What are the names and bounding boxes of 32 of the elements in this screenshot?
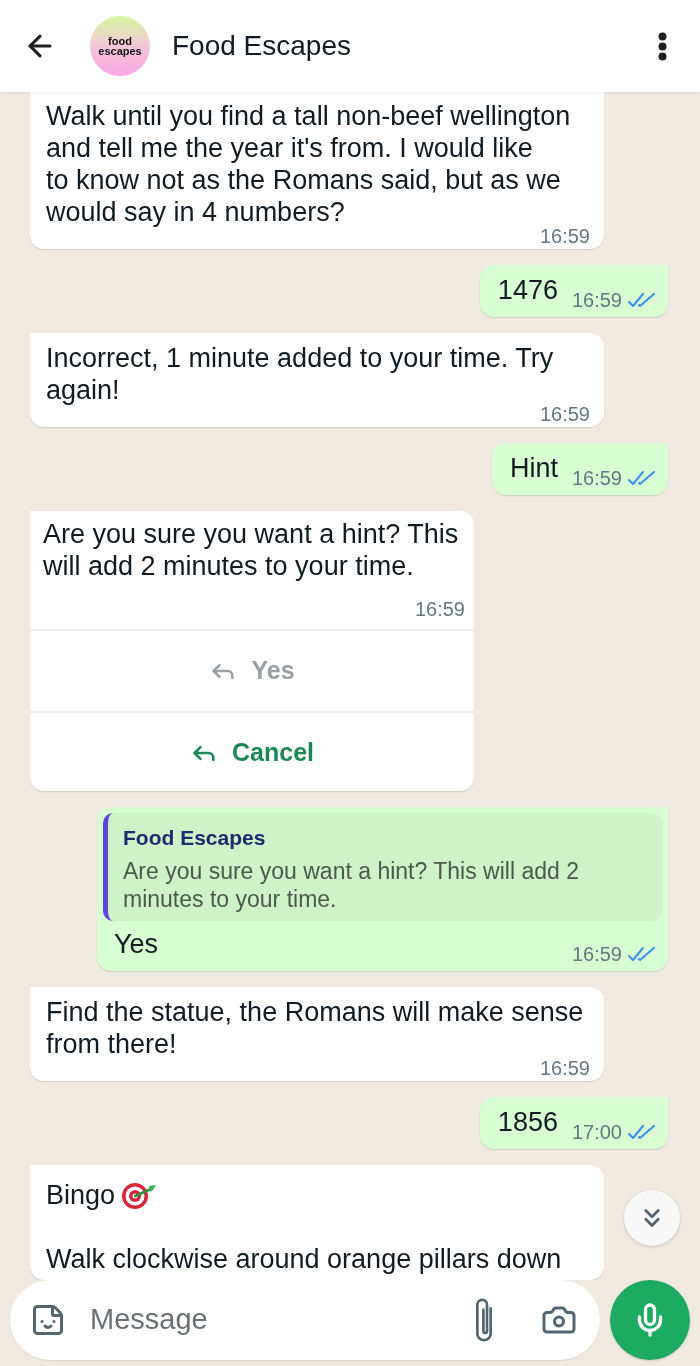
- paperclip-icon: [475, 1298, 493, 1342]
- message-text: Walk until you find a tall non-beef wellington and tell me the year it's from. I would like to know not as the Romans said, but as we would say in 4 numbers?: [46, 100, 572, 228]
- message-time: 16:59: [571, 467, 622, 489]
- message-text: Are you sure you want a hint? This will add 2 minutes to your time.: [42, 518, 460, 582]
- message-time: 16:59: [539, 406, 590, 422]
- avatar[interactable]: food escapes: [90, 16, 150, 76]
- message-text: Hint: [509, 452, 558, 484]
- reply-button[interactable]: Cancel: [30, 711, 474, 791]
- message-text: Find the statue, the Romans will make sense from there!: [46, 996, 585, 1060]
- message-text: Yes: [114, 928, 159, 960]
- message-time: 16:59: [414, 598, 465, 620]
- message-bar[interactable]: Message: [10, 1280, 600, 1360]
- message-time: 16:59: [539, 228, 590, 244]
- message-text: 1856: [497, 1106, 558, 1138]
- message-time: 17:00: [571, 1121, 622, 1143]
- sticker-icon: [30, 1302, 66, 1338]
- quote-author: Food Escapes: [123, 825, 267, 851]
- message-text: Walk clockwise around orange pillars down: [46, 1243, 562, 1275]
- scroll-down-button[interactable]: [624, 1190, 680, 1246]
- more-options-icon: [657, 31, 667, 61]
- message-text: Incorrect, 1 minute added to your time. Try again!: [46, 342, 555, 406]
- message-time: 16:59: [539, 1060, 590, 1076]
- avatar-logo-text: food escapes: [97, 36, 143, 56]
- quoted-message[interactable]: Food Escapes Are you sure you want a hint? This will add 2 minutes to your time.: [103, 813, 662, 921]
- quote-text: Are you sure you want a hint? This will add 2 minutes to your time.: [123, 857, 580, 913]
- message-time: 16:59: [571, 289, 622, 311]
- chat-title[interactable]: Food Escapes: [172, 25, 351, 67]
- message-input[interactable]: Message: [90, 1298, 472, 1342]
- message-time: 16:59: [571, 943, 622, 965]
- sticker-button[interactable]: [30, 1302, 66, 1338]
- message-text: Bingo: [46, 1179, 116, 1211]
- message-text: 1476: [497, 274, 558, 306]
